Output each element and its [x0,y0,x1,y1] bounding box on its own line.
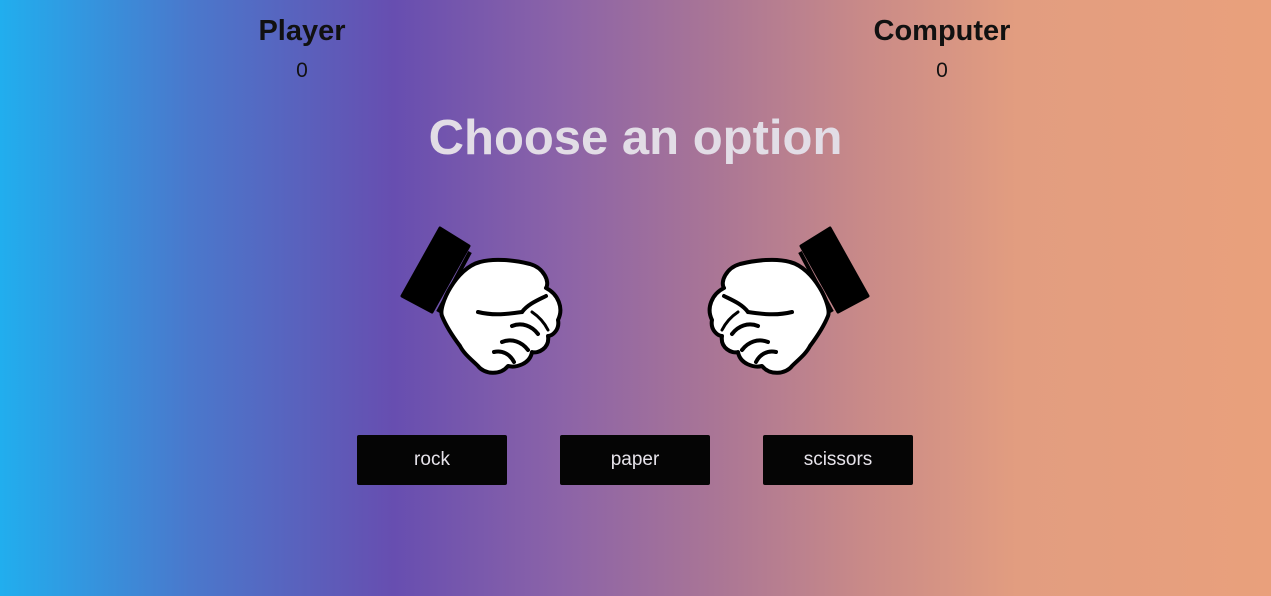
player-score-panel: Player 0 [202,13,402,84]
player-hand-icon [398,226,568,378]
computer-score-panel: Computer 0 [842,13,1042,84]
choose-option-heading: Choose an option [428,111,843,165]
player-label: Player [258,15,346,47]
player-score: 0 [296,59,308,82]
rock-button[interactable]: rock [357,435,507,485]
computer-hand-icon [702,226,872,378]
computer-label: Computer [873,15,1011,47]
scissors-button[interactable]: scissors [763,435,913,485]
computer-score: 0 [936,59,948,82]
paper-button[interactable]: paper [560,435,710,485]
